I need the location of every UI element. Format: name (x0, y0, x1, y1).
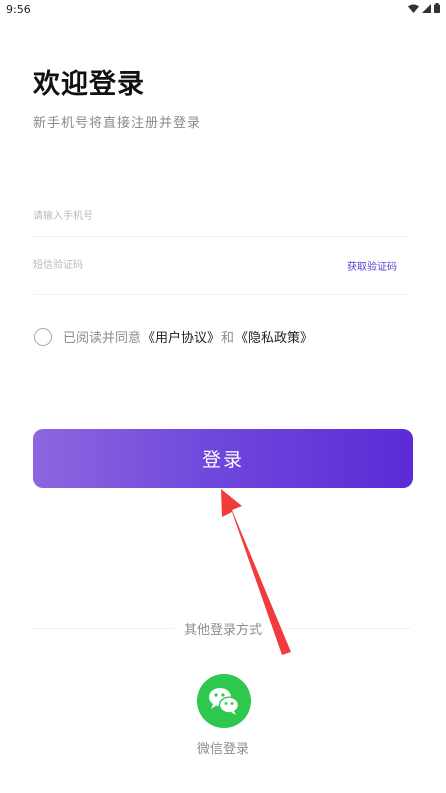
wechat-login-button[interactable] (197, 674, 251, 728)
sms-code-input[interactable] (33, 248, 313, 282)
get-code-button[interactable]: 获取验证码 (347, 258, 397, 273)
login-screen: 9:56 欢迎登录 新手机号将直接注册并登录 获取验证码 已阅读并同意 《用户协… (0, 0, 446, 793)
agreement-prefix: 已阅读并同意 (63, 331, 142, 346)
other-login-label-row: 其他登录方式 (0, 619, 446, 638)
other-login-label: 其他登录方式 (173, 623, 272, 638)
code-field-row: 获取验证码 (33, 248, 409, 295)
user-agreement-link[interactable]: 《用户协议》 (142, 327, 220, 346)
page-title: 欢迎登录 (33, 69, 145, 100)
agreement-conjunction: 和 (221, 331, 235, 346)
status-time: 9:56 (6, 3, 31, 16)
phone-input[interactable] (33, 196, 313, 236)
wifi-icon (408, 4, 419, 13)
login-button[interactable]: 登录 (33, 429, 413, 488)
status-icons (408, 3, 440, 13)
wechat-login-label: 微信登录 (196, 742, 249, 757)
battery-icon (434, 3, 440, 13)
page-subtitle: 新手机号将直接注册并登录 (33, 116, 202, 131)
status-bar: 9:56 (0, 0, 446, 20)
wechat-icon (209, 688, 240, 715)
phone-field-row (33, 196, 409, 237)
agreement-row: 已阅读并同意 《用户协议》 和 《隐私政策》 (34, 327, 313, 346)
privacy-policy-link[interactable]: 《隐私政策》 (235, 327, 313, 346)
signal-icon (422, 3, 431, 13)
agreement-checkbox[interactable] (34, 327, 52, 346)
